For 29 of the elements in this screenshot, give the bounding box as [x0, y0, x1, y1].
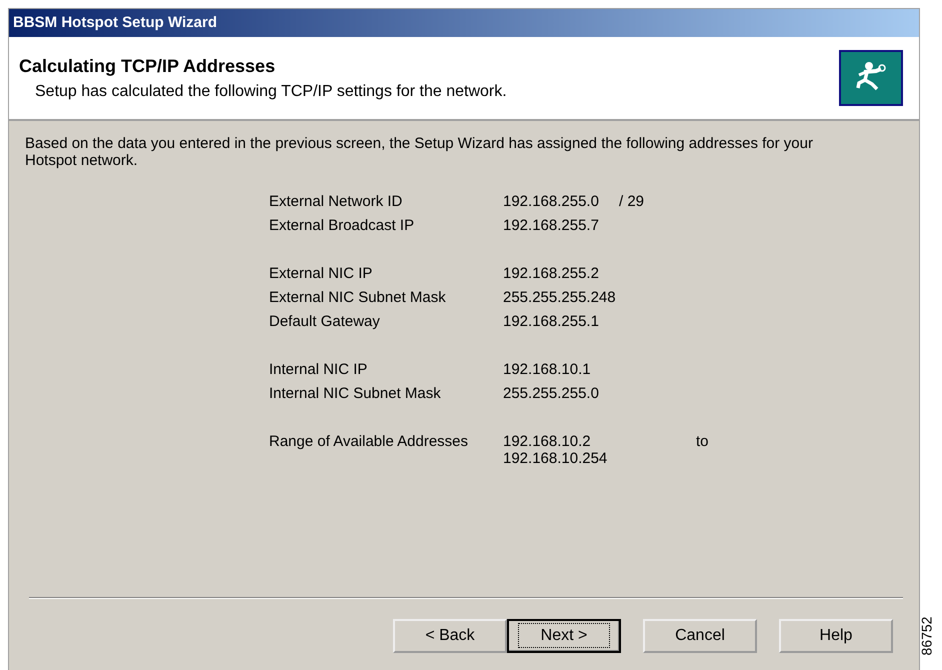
- field-value: 192.168.255.1: [503, 313, 600, 330]
- field-label: External NIC IP: [269, 265, 374, 282]
- field-label: Range of Available Addresses: [269, 433, 470, 450]
- field-value: 255.255.255.248: [503, 289, 617, 306]
- field-value: 255.255.255.0: [503, 385, 600, 402]
- field-label: External Broadcast IP: [269, 217, 416, 234]
- wizard-button[interactable]: Cancel: [643, 619, 757, 653]
- field-suffix: to: [696, 433, 709, 450]
- field-value: 192.168.10.1: [503, 361, 592, 378]
- field-value: 192.168.255.0: [503, 193, 600, 210]
- wizard-button[interactable]: < Back: [393, 619, 507, 653]
- field-value: 192.168.10.2: [503, 433, 592, 450]
- field-label: Internal NIC IP: [269, 361, 368, 378]
- field-value: 192.168.255.7: [503, 217, 600, 234]
- intro-text: Based on the data you entered in the previous screen, the Setup Wizard has assigned the following addresses for your Hotspot network.: [25, 135, 814, 169]
- wizard-button[interactable]: Next >: [507, 619, 621, 653]
- field-label: Internal NIC Subnet Mask: [269, 385, 442, 402]
- field-value: 192.168.255.2: [503, 265, 600, 282]
- wizard-button[interactable]: Help: [779, 619, 893, 653]
- window-title: BBSM Hotspot Setup Wizard: [9, 9, 919, 37]
- field-label: Default Gateway: [269, 313, 381, 330]
- field-label: External Network ID: [269, 193, 404, 210]
- figure-number: 86752: [918, 616, 935, 656]
- page-title: Calculating TCP/IP Addresses: [19, 56, 276, 76]
- running-man-icon: [839, 50, 903, 106]
- field-value: 192.168.10.254: [503, 450, 608, 467]
- field-label: External NIC Subnet Mask: [269, 289, 447, 306]
- page-subtitle: Setup has calculated the following TCP/IP settings for the network.: [34, 82, 507, 100]
- field-suffix: / 29: [619, 193, 644, 210]
